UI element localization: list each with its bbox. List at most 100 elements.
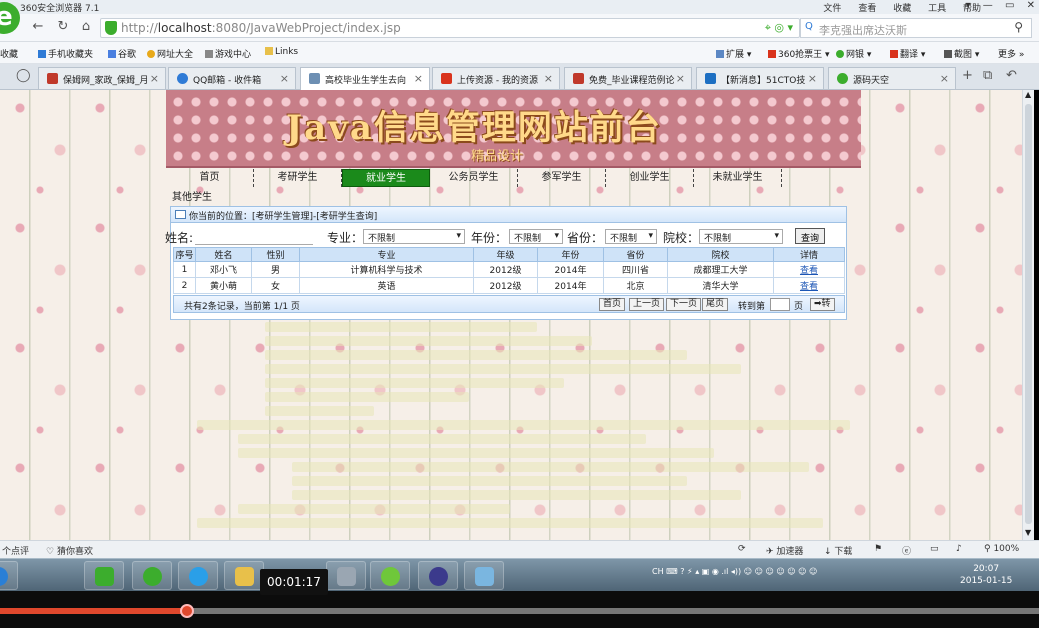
bookmark-extensions[interactable]: 扩展 ▾ xyxy=(716,47,751,60)
view-link[interactable]: 查看 xyxy=(800,282,818,292)
nav-startup[interactable]: 创业学生 xyxy=(606,169,694,187)
scroll-up-icon[interactable]: ▲ xyxy=(1025,90,1031,99)
tab-close-icon[interactable]: × xyxy=(414,72,423,85)
prev-page-button[interactable]: 上一页 xyxy=(629,298,665,311)
nav-postgrad[interactable]: 考研学生 xyxy=(254,169,342,187)
ie-icon[interactable]: ⓔ xyxy=(902,544,911,557)
last-page-button[interactable]: 尾页 xyxy=(702,298,729,311)
accelerator-button[interactable]: ✈ 加速器 xyxy=(766,544,803,557)
taskbar-iqiyi[interactable] xyxy=(84,561,124,590)
bookmark-links[interactable]: Links xyxy=(265,47,298,57)
year-select[interactable]: 不限制 xyxy=(509,229,563,244)
video-seek-handle[interactable] xyxy=(180,604,194,618)
menu-tools[interactable]: 工具 xyxy=(928,4,946,14)
search-icon[interactable]: ⚲ xyxy=(1014,20,1023,34)
menu-favorites[interactable]: 收藏 xyxy=(893,4,911,14)
nav-other[interactable]: 其他学生 xyxy=(172,188,212,203)
start-button[interactable] xyxy=(0,561,18,590)
tab-list-icon[interactable]: ⧉ xyxy=(983,68,992,83)
zoom-control[interactable]: ⚲ 100% xyxy=(984,544,1019,554)
restore-tab-icon[interactable]: ◯ xyxy=(16,68,31,83)
tab-close-icon[interactable]: × xyxy=(544,72,553,85)
scroll-down-icon[interactable]: ▼ xyxy=(1025,528,1031,537)
goto-page-input[interactable] xyxy=(770,298,790,311)
bookmark-screenshot[interactable]: 截图 ▾ xyxy=(944,47,979,60)
recommend-link[interactable]: ♡ 猜你喜欢 xyxy=(46,544,93,557)
scroll-thumb[interactable] xyxy=(1025,104,1032,524)
bookmark-ticket[interactable]: 360抢票王 ▾ xyxy=(768,47,830,60)
tab-upload[interactable]: 上传资源 - 我的资源 × xyxy=(432,67,560,89)
tab-yuanma[interactable]: 源码天空 × xyxy=(828,67,956,89)
next-page-button[interactable]: 下一页 xyxy=(666,298,702,311)
major-label: 专业： xyxy=(327,231,364,245)
skin-icon[interactable]: ▾ xyxy=(966,0,971,11)
close-icon[interactable]: ✕ xyxy=(1027,0,1035,11)
go-button[interactable]: ➡转 xyxy=(810,298,835,311)
major-select[interactable]: 不限制 xyxy=(363,229,465,244)
tab-graduates[interactable]: 高校毕业生学生去向 × xyxy=(300,67,430,90)
vertical-scrollbar[interactable]: ▲ ▼ xyxy=(1022,90,1034,540)
minimize-icon[interactable]: — xyxy=(983,0,993,11)
url-text[interactable]: http://localhost:8080/JavaWebProject/ind… xyxy=(121,21,401,35)
taskbar-explorer[interactable] xyxy=(224,561,264,590)
tab-qqmail[interactable]: QQ邮箱 - 收件箱 × xyxy=(168,67,296,89)
bookmark-favorites[interactable]: 收藏 xyxy=(0,47,18,60)
nav-unemployed[interactable]: 未就业学生 xyxy=(694,169,782,187)
address-tools-icon[interactable]: ⌖ ◎ ▾ xyxy=(765,21,793,35)
taskbar-app-green[interactable] xyxy=(370,561,410,590)
tab-free[interactable]: 免费_毕业课程范例论 × xyxy=(564,67,692,89)
back-icon[interactable]: ← xyxy=(30,19,46,35)
clock[interactable]: 20:07 2015-01-15 xyxy=(960,563,1012,587)
bookmark-more[interactable]: 更多 » xyxy=(998,47,1024,60)
flag-icon[interactable]: ⚑ xyxy=(874,544,882,554)
refresh-status-icon[interactable]: ⟳ xyxy=(738,544,746,554)
taskbar-app-blue[interactable] xyxy=(464,561,504,590)
tab-close-icon[interactable]: × xyxy=(280,72,289,85)
nav-civil-servant[interactable]: 公务员学生 xyxy=(430,169,518,187)
cell-province: 北京 xyxy=(603,277,668,294)
comments-link[interactable]: 个点评 xyxy=(2,544,29,557)
download-button[interactable]: ↓ 下载 xyxy=(824,544,852,557)
home-icon[interactable]: ⌂ xyxy=(78,19,94,35)
taskbar-qq[interactable] xyxy=(178,561,218,590)
address-bar[interactable]: http://localhost:8080/JavaWebProject/ind… xyxy=(100,18,800,38)
search-box[interactable]: Q 李克强出席达沃斯 ⚲ xyxy=(800,18,1032,38)
nav-military[interactable]: 参军学生 xyxy=(518,169,606,187)
input-language[interactable]: CH xyxy=(652,567,664,576)
first-page-button[interactable]: 首页 xyxy=(599,298,626,311)
view-link[interactable]: 查看 xyxy=(800,266,818,276)
menu-file[interactable]: 文件 xyxy=(823,4,841,14)
refresh-icon[interactable]: ↻ xyxy=(55,19,71,35)
bookmark-hao360[interactable]: 网址大全 xyxy=(147,47,193,60)
sound-icon[interactable]: ♪ xyxy=(956,544,962,554)
new-tab-icon[interactable]: + xyxy=(962,68,973,83)
tab-close-icon[interactable]: × xyxy=(676,72,685,85)
bookmark-translate[interactable]: 翻译 ▾ xyxy=(890,47,925,60)
bookmark-bank[interactable]: 网银 ▾ xyxy=(836,47,871,60)
name-input[interactable] xyxy=(195,230,313,245)
taskbar-eclipse[interactable] xyxy=(418,561,458,590)
menu-view[interactable]: 查看 xyxy=(858,4,876,14)
tab-51cto[interactable]: 【新消息】51CTO技 × xyxy=(696,67,824,89)
tab-bar: ◯ 保姆网_家政_保姆_月 × QQ邮箱 - 收件箱 × 高校毕业生学生去向 × 上传… xyxy=(0,64,1039,90)
tab-close-icon[interactable]: × xyxy=(940,72,949,85)
maximize-icon[interactable]: ▭ xyxy=(1005,0,1014,11)
bookmark-mobile[interactable]: 手机收藏夹 xyxy=(38,47,93,60)
search-engine-icon[interactable]: Q xyxy=(805,21,813,32)
tab-close-icon[interactable]: × xyxy=(150,72,159,85)
taskbar-tools[interactable] xyxy=(326,561,366,590)
undo-close-icon[interactable]: ↶ xyxy=(1006,68,1017,83)
taskbar-360browser[interactable] xyxy=(132,561,172,590)
video-seek-bar[interactable] xyxy=(0,604,1039,618)
tab-close-icon[interactable]: × xyxy=(808,72,817,85)
province-select[interactable]: 不限制 xyxy=(605,229,657,244)
school-select[interactable]: 不限制 xyxy=(699,229,783,244)
query-button[interactable]: 查询 xyxy=(795,228,826,244)
nav-home[interactable]: 首页 xyxy=(166,169,254,187)
nav-employed[interactable]: 就业学生 xyxy=(342,169,430,187)
window-icon[interactable]: ▭ xyxy=(930,544,939,554)
bookmark-google[interactable]: 谷歌 xyxy=(108,47,136,60)
bookmark-games[interactable]: 游戏中心 xyxy=(205,47,251,60)
tray-icons[interactable]: ⌨ ? ⚡ ▴ ▣ ◉ .ıl ◂)) ☺ ☺ ☺ ☺ ☺ ☺ ☺ xyxy=(666,567,817,576)
tab-baomu[interactable]: 保姆网_家政_保姆_月 × xyxy=(38,67,166,89)
